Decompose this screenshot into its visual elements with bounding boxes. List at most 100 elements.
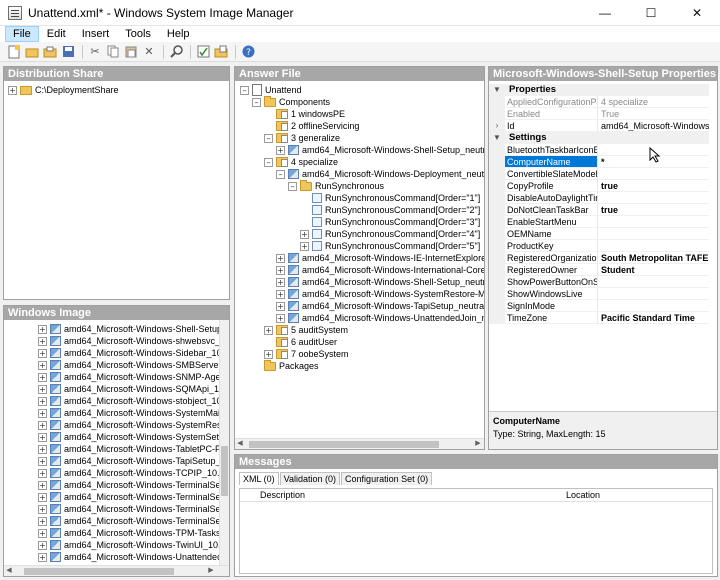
find-icon[interactable] bbox=[168, 44, 184, 60]
prop-disable-auto-daylight-time[interactable]: DisableAutoDaylightTim bbox=[489, 192, 709, 204]
toolbar: ✂ ✕ ? bbox=[0, 42, 720, 62]
tree-runsync-command-1[interactable]: RunSynchronousCommand[Order="1"] bbox=[300, 192, 480, 204]
list-item[interactable]: + amd64_Microsoft-Windows-TwinUI_10.0. bbox=[38, 539, 228, 551]
prop-show-power-button[interactable]: ShowPowerButtonOnSt bbox=[489, 276, 709, 288]
maximize-button[interactable]: ☐ bbox=[628, 0, 674, 26]
menu-help[interactable]: Help bbox=[159, 26, 198, 42]
prop-registered-owner[interactable]: RegisteredOwner Student bbox=[489, 264, 709, 276]
prop-convertible-slate-mode[interactable]: ConvertibleSlateModePr bbox=[489, 168, 709, 180]
windows-image-hscrollbar[interactable]: ◀ ▶ bbox=[4, 565, 229, 576]
minimize-button[interactable]: — bbox=[582, 0, 628, 26]
windows-image-scrollbar[interactable] bbox=[219, 320, 229, 566]
tree-pass-specialize[interactable]: –4 specialize bbox=[264, 156, 338, 168]
copy-icon[interactable] bbox=[105, 44, 121, 60]
menu-edit[interactable]: Edit bbox=[39, 26, 74, 42]
list-item[interactable]: + amd64_Microsoft-Windows-TerminalServi bbox=[38, 479, 229, 491]
list-item[interactable]: + amd64_Microsoft-Windows-TCPIP_10.0.1 bbox=[38, 467, 229, 479]
tab-xml[interactable]: XML (0) bbox=[239, 472, 279, 485]
menu-tools[interactable]: Tools bbox=[117, 26, 159, 42]
tree-runsync-command-3[interactable]: RunSynchronousCommand[Order="3"] bbox=[300, 216, 480, 228]
list-item[interactable]: + amd64_Microsoft-Windows-TerminalServi bbox=[38, 515, 229, 527]
expand-icon[interactable]: + bbox=[8, 85, 17, 95]
tree-generalize-shell-setup[interactable]: + amd64_Microsoft-Windows-Shell-Setup_neu… bbox=[276, 144, 484, 156]
prop-registered-organization[interactable]: RegisteredOrganization South Metropolitan… bbox=[489, 252, 709, 264]
settings-category[interactable]: ▼ Settings bbox=[489, 132, 709, 144]
delete-icon[interactable]: ✕ bbox=[141, 44, 157, 60]
list-item[interactable]: + amd64_Microsoft-Windows-SQMApi_10.0 bbox=[38, 383, 229, 395]
list-item[interactable]: + amd64_Microsoft-Windows-SystemMainte bbox=[38, 407, 229, 419]
validate-icon[interactable] bbox=[195, 44, 211, 60]
list-item[interactable]: + amd64_Microsoft-Windows-Sidebar_10.0 bbox=[38, 347, 229, 359]
prop-oem-name[interactable]: OEMName bbox=[489, 228, 709, 240]
new-icon[interactable] bbox=[6, 44, 22, 60]
tab-configuration-set[interactable]: Configuration Set (0) bbox=[341, 472, 433, 485]
list-item[interactable]: + amd64_Microsoft-Windows-TabletPC-Plat bbox=[38, 443, 229, 455]
tree-pass-oobesystem[interactable]: +7 oobeSystem bbox=[264, 348, 349, 360]
tree-specialize-ie[interactable]: + amd64_Microsoft-Windows-IE-InternetExpl… bbox=[276, 252, 484, 264]
prop-copy-profile[interactable]: CopyProfile true bbox=[489, 180, 709, 192]
list-item[interactable]: + amd64_Microsoft-Windows-TerminalServi bbox=[38, 503, 229, 515]
tree-pass-generalize[interactable]: –3 generalize bbox=[264, 132, 340, 144]
tree-packages[interactable]: Packages bbox=[252, 359, 319, 372]
component-icon bbox=[50, 396, 61, 406]
open-icon[interactable] bbox=[24, 44, 40, 60]
properties-category[interactable]: ▼ Properties bbox=[489, 84, 709, 96]
tree-unattend[interactable]: – Unattend bbox=[240, 84, 302, 96]
list-item[interactable]: + amd64_Microsoft-Windows-SystemSetting bbox=[38, 431, 229, 443]
cut-icon[interactable]: ✂ bbox=[87, 44, 103, 60]
list-item[interactable]: + amd64_Microsoft-Windows-SNMP-Agent- bbox=[38, 371, 229, 383]
tree-specialize-deployment[interactable]: – amd64_Microsoft-Windows-Deployment_neut… bbox=[276, 168, 484, 180]
list-item[interactable]: + amd64_Microsoft-Windows-shwebsvc_10. bbox=[38, 335, 229, 347]
tree-pass-audituser[interactable]: 6 auditUser bbox=[264, 336, 337, 348]
create-config-icon[interactable] bbox=[213, 44, 229, 60]
tree-runsynchronous[interactable]: – RunSynchronous bbox=[288, 179, 384, 192]
prop-sign-in-mode[interactable]: SignInMode bbox=[489, 300, 709, 312]
prop-time-zone[interactable]: TimeZone Pacific Standard Time bbox=[489, 312, 709, 324]
prop-enabled[interactable]: Enabled True bbox=[489, 108, 709, 120]
paste-icon[interactable] bbox=[123, 44, 139, 60]
list-item[interactable]: + amd64_Microsoft-Windows-TerminalServi bbox=[38, 491, 229, 503]
open-folder-icon[interactable] bbox=[42, 44, 58, 60]
tree-pass-auditsystem[interactable]: +5 auditSystem bbox=[264, 324, 348, 336]
menu-insert[interactable]: Insert bbox=[74, 26, 118, 42]
tree-pass-windowspe[interactable]: 1 windowsPE bbox=[264, 108, 345, 120]
save-icon[interactable] bbox=[60, 44, 76, 60]
tree-runsync-command-2[interactable]: RunSynchronousCommand[Order="2"] bbox=[300, 204, 480, 216]
tree-specialize-international[interactable]: + amd64_Microsoft-Windows-International-C… bbox=[276, 264, 484, 276]
list-item[interactable]: + amd64_Microsoft-Windows-TPM-Tasks_1 bbox=[38, 527, 229, 539]
tree-specialize-systemrestore[interactable]: + amd64_Microsoft-Windows-SystemRestore-M… bbox=[276, 288, 484, 300]
prop-applied-configuration-pass[interactable]: AppliedConfigurationPas 4 specialize bbox=[489, 96, 709, 108]
tree-runsync-command-4[interactable]: + RunSynchronousCommand[Order="4"] bbox=[300, 228, 480, 240]
list-item[interactable]: + amd64_Microsoft-Windows-Shell-Setup_1 bbox=[38, 323, 229, 335]
prop-enable-start-menu[interactable]: EnableStartMenu bbox=[489, 216, 709, 228]
prop-show-windows-live[interactable]: ShowWindowsLive bbox=[489, 288, 709, 300]
tree-specialize-unattendedjoin[interactable]: + amd64_Microsoft-Windows-UnattendedJoin_… bbox=[276, 312, 484, 324]
answer-file-hscrollbar[interactable]: ◀ ▶ bbox=[235, 438, 484, 449]
prop-bluetooth-taskbar-icon[interactable]: BluetoothTaskbarIconEn bbox=[489, 144, 709, 156]
close-button[interactable]: ✕ bbox=[674, 0, 720, 26]
list-item[interactable]: + amd64_Microsoft-Windows-SMBServer_1 bbox=[38, 359, 229, 371]
tree-runsync-command-5[interactable]: + RunSynchronousCommand[Order="5"] bbox=[300, 240, 480, 252]
tree-specialize-shell-setup[interactable]: + amd64_Microsoft-Windows-Shell-Setup_neu… bbox=[276, 276, 484, 288]
share-folder-icon bbox=[20, 85, 32, 95]
tab-validation[interactable]: Validation (0) bbox=[279, 472, 341, 485]
list-item[interactable]: + amd64_Microsoft-Windows-stobject_10.0 bbox=[38, 395, 229, 407]
list-item[interactable]: + amd64_Microsoft-Windows-SystemRestor bbox=[38, 419, 229, 431]
component-icon bbox=[50, 444, 61, 454]
prop-product-key[interactable]: ProductKey bbox=[489, 240, 709, 252]
distribution-share-root[interactable]: + C:\DeploymentShare bbox=[8, 84, 119, 96]
component-icon bbox=[50, 516, 61, 526]
prop-do-not-clean-taskbar[interactable]: DoNotCleanTaskBar true bbox=[489, 204, 709, 216]
tree-specialize-tapisetup[interactable]: + amd64_Microsoft-Windows-TapiSetup_neutr… bbox=[276, 300, 484, 312]
list-item[interactable]: + amd64_Microsoft-Windows-TapiSetup_10 bbox=[38, 455, 229, 467]
tree-components[interactable]: – Components bbox=[252, 95, 330, 108]
prop-id[interactable]: ›Idamd64_Microsoft-Windows-Shel bbox=[489, 120, 709, 132]
prop-computer-name[interactable]: ComputerName * bbox=[489, 156, 709, 168]
menu-file[interactable]: File bbox=[5, 26, 39, 42]
column-description[interactable]: Description bbox=[260, 489, 305, 501]
list-item[interactable]: + amd64_Microsoft-Windows-UnattendedJo bbox=[38, 551, 229, 563]
column-location[interactable]: Location bbox=[566, 489, 600, 501]
answer-file-pane: Answer File – Unattend – Components 1 wind… bbox=[234, 66, 485, 450]
tree-pass-offlineservicing[interactable]: 2 offlineServicing bbox=[264, 120, 359, 132]
help-icon[interactable]: ? bbox=[240, 44, 256, 60]
